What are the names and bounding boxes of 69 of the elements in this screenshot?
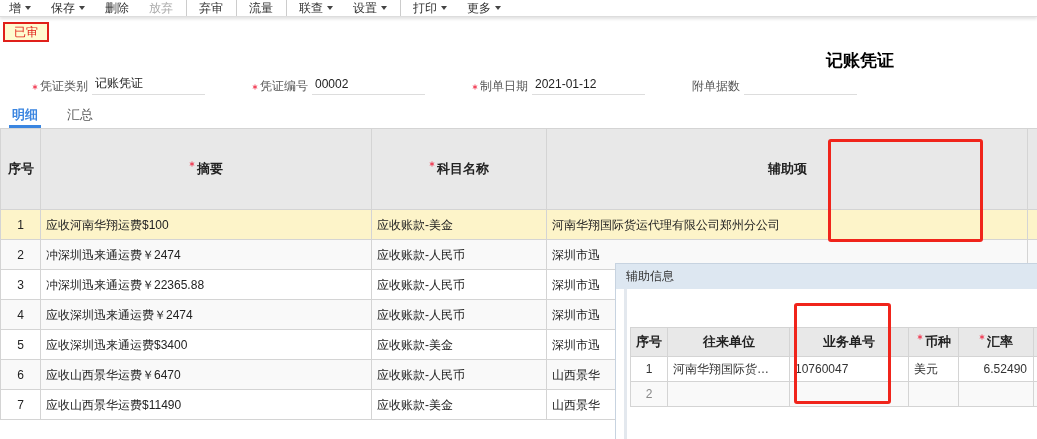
table-cell: 冲深圳迅来通运费￥2474 bbox=[40, 239, 372, 270]
table-cell: 应收深圳迅来通运费￥2474 bbox=[40, 299, 372, 330]
caret-icon bbox=[327, 6, 333, 10]
column-header: 往来单位 bbox=[667, 327, 790, 357]
required-icon bbox=[189, 161, 195, 168]
field-label: 凭证编号 bbox=[260, 78, 308, 95]
toolbar-button[interactable]: 设置 bbox=[346, 0, 394, 16]
field-label: 制单日期 bbox=[480, 78, 528, 95]
caret-icon bbox=[495, 6, 501, 10]
required-icon bbox=[252, 84, 258, 90]
table-cell: 冲深圳迅来通运费￥22365.88 bbox=[40, 269, 372, 300]
table-cell: 应收账款-人民币 bbox=[371, 299, 547, 330]
toolbar-button[interactable]: 弃审 bbox=[186, 0, 230, 16]
table-cell: 10760047 bbox=[789, 356, 909, 382]
input-field[interactable]: 记账凭证 bbox=[92, 73, 205, 95]
table-cell: 河南华翔国际货… bbox=[667, 356, 790, 382]
table-cell: 应收账款-人民币 bbox=[371, 269, 547, 300]
table-cell: 6.52490 bbox=[958, 356, 1034, 382]
table-cell: 7 bbox=[0, 389, 41, 420]
table-cell: 河南华翔国际货运代理有限公司郑州分公司 bbox=[546, 209, 1028, 240]
table-cell: 3 bbox=[0, 269, 41, 300]
table-cell: 应收账款-人民币 bbox=[371, 239, 547, 270]
dialog-title: 辅助信息 bbox=[616, 264, 1037, 289]
table-cell: 1 bbox=[630, 356, 668, 382]
toolbar-button[interactable]: 联查 bbox=[286, 0, 340, 16]
table-cell: 5 bbox=[0, 329, 41, 360]
column-header: 摘要 bbox=[40, 128, 372, 210]
column-header: 序号 bbox=[0, 128, 41, 210]
input-field[interactable]: 00002 bbox=[312, 73, 425, 95]
field-label: 附单据数 bbox=[692, 78, 740, 95]
required-icon bbox=[472, 84, 478, 90]
caret-icon bbox=[441, 6, 447, 10]
caret-icon bbox=[381, 6, 387, 10]
table-cell: 应收账款-美金 bbox=[371, 209, 547, 240]
table-cell: 应收账款-美金 bbox=[371, 329, 547, 360]
table-cell: 2 bbox=[630, 381, 668, 407]
table-cell: 应收河南华翔运费$100 bbox=[40, 209, 372, 240]
toolbar-button[interactable]: 流量 bbox=[236, 0, 280, 16]
column-header: 汇率 bbox=[958, 327, 1034, 357]
field-label: 凭证类别 bbox=[40, 78, 88, 95]
toolbar-button[interactable]: 更多 bbox=[460, 0, 508, 16]
column-header: 科目名称 bbox=[371, 128, 547, 210]
tab[interactable]: 汇总 bbox=[64, 105, 96, 128]
toolbar-button[interactable]: 保存 bbox=[44, 0, 92, 16]
required-icon bbox=[916, 334, 923, 341]
table-cell: 应收深圳迅来通运费$3400 bbox=[40, 329, 372, 360]
table-cell: 应收山西景华运费￥6470 bbox=[40, 359, 372, 390]
voucher-title: 记账凭证 bbox=[826, 50, 894, 72]
required-icon bbox=[979, 334, 985, 341]
required-icon bbox=[429, 161, 435, 168]
table-row[interactable]: 1 应收河南华翔运费$100 应收账款-美金 河南华翔国际货运代理有限公司郑州分公司 bbox=[0, 209, 1037, 240]
caret-icon bbox=[79, 6, 85, 10]
column-header: 币种 bbox=[908, 327, 959, 357]
table-cell: 美元 bbox=[908, 356, 959, 382]
toolbar-button[interactable]: 删除 bbox=[98, 0, 136, 16]
table-cell: 应收账款-美金 bbox=[371, 389, 547, 420]
table-cell: 2 bbox=[0, 239, 41, 270]
toolbar-button[interactable]: 增 bbox=[2, 0, 38, 16]
input-field[interactable]: 2021-01-12 bbox=[532, 73, 645, 95]
table-cell: 应收账款-人民币 bbox=[371, 359, 547, 390]
table-cell: 应收山西景华运费$11490 bbox=[40, 389, 372, 420]
table-cell: 4 bbox=[0, 299, 41, 330]
toolbar-button[interactable]: 打印 bbox=[400, 0, 454, 16]
caret-icon bbox=[25, 6, 31, 10]
status-badge: 已审 bbox=[3, 22, 49, 42]
table-cell: 1 bbox=[0, 209, 41, 240]
required-icon bbox=[32, 84, 38, 90]
table-cell: 6 bbox=[0, 359, 41, 390]
column-header: 序号 bbox=[630, 327, 668, 357]
